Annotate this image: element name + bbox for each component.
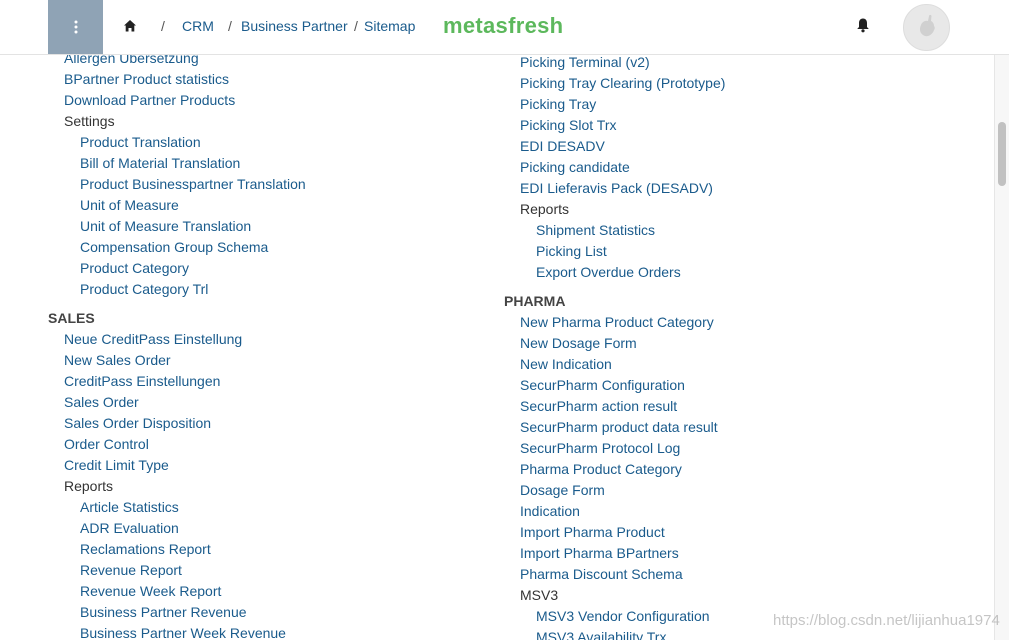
vertical-scrollbar[interactable] [994, 54, 1010, 640]
report-link-item[interactable]: Shipment Statistics [504, 220, 725, 241]
pharma-link-item[interactable]: Import Pharma Product [504, 522, 725, 543]
settings-link-item[interactable]: Bill of Material Translation [48, 153, 306, 174]
pharma-link-item[interactable]: SecurPharm product data result [504, 417, 725, 438]
msv3-link-item[interactable]: MSV3 Availability Trx [504, 627, 725, 640]
breadcrumb-sitemap[interactable]: Sitemap [364, 18, 415, 34]
breadcrumb-separator: / [228, 18, 232, 34]
report-link-item[interactable]: Business Partner Week Revenue [48, 623, 306, 640]
scrollbar-thumb[interactable] [998, 122, 1006, 186]
section-title-sales: SALES [48, 310, 95, 326]
pharma-link-item[interactable]: New Dosage Form [504, 333, 725, 354]
pharma-link-item[interactable]: Import Pharma BPartners [504, 543, 725, 564]
settings-link-item[interactable]: Product Category Trl [48, 279, 306, 300]
settings-link-item[interactable]: Product Businesspartner Translation [48, 174, 306, 195]
pharma-link-item[interactable]: New Pharma Product Category [504, 312, 725, 333]
app-header: / CRM / Business Partner / Sitemap metas… [0, 0, 1009, 55]
menu-button[interactable] [48, 0, 103, 54]
pharma-link-item[interactable]: Pharma Product Category [504, 459, 725, 480]
sitemap-left-column: Allergen Übersetzung BPartner Product sta… [48, 54, 306, 640]
app-logo: metasfresh [443, 13, 564, 38]
sitemap-link-item[interactable]: EDI Lieferavis Pack (DESADV) [504, 178, 725, 199]
msv3-link-item[interactable]: MSV3 Vendor Configuration [504, 606, 725, 627]
sitemap-link-item[interactable]: Picking Tray Clearing (Prototype) [504, 73, 725, 94]
report-link-item[interactable]: Revenue Week Report [48, 581, 306, 602]
report-link-item[interactable]: Picking List [504, 241, 725, 262]
sitemap-link-item[interactable]: Picking Tray [504, 94, 725, 115]
pharma-link-item[interactable]: Indication [504, 501, 725, 522]
sales-link-item[interactable]: Sales Order Disposition [48, 413, 306, 434]
report-link-item[interactable]: Reclamations Report [48, 539, 306, 560]
watermark: https://blog.csdn.net/lijianhua1974 [773, 612, 1000, 629]
home-icon[interactable] [123, 19, 137, 33]
pharma-link-item[interactable]: SecurPharm Configuration [504, 375, 725, 396]
sitemap-right-column: Picking Terminal (v2) Picking Tray Cleari… [504, 54, 725, 640]
breadcrumb-separator: / [161, 18, 165, 34]
window-edge [1009, 0, 1024, 640]
pharma-link-item[interactable]: SecurPharm Protocol Log [504, 438, 725, 459]
sitemap-link-item[interactable]: Picking Slot Trx [504, 115, 725, 136]
group-label-reports: Reports [520, 201, 570, 217]
group-label-reports: Reports [64, 478, 114, 494]
sales-link-item[interactable]: Order Control [48, 434, 306, 455]
report-link-item[interactable]: Business Partner Revenue [48, 602, 306, 623]
report-link-item[interactable]: Export Overdue Orders [504, 262, 725, 283]
report-link-item[interactable]: Revenue Report [48, 560, 306, 581]
sales-link-item[interactable]: New Sales Order [48, 350, 306, 371]
sitemap-link-item[interactable]: Download Partner Products [48, 90, 306, 111]
sitemap-link-item[interactable]: Picking candidate [504, 157, 725, 178]
bell-icon[interactable] [856, 17, 870, 33]
settings-link-item[interactable]: Product Category [48, 258, 306, 279]
group-label-msv3: MSV3 [520, 587, 559, 603]
sitemap-link-item[interactable]: Allergen Übersetzung [48, 54, 306, 69]
pharma-link-item[interactable]: Pharma Discount Schema [504, 564, 725, 585]
breadcrumb-separator: / [354, 18, 358, 34]
sitemap-link-item[interactable]: Picking Terminal (v2) [504, 54, 725, 73]
breadcrumb-business-partner[interactable]: Business Partner [241, 18, 348, 34]
pharma-link-item[interactable]: Dosage Form [504, 480, 725, 501]
vertical-dots-icon [74, 20, 77, 34]
settings-link-item[interactable]: Unit of Measure [48, 195, 306, 216]
pharma-link-item[interactable]: New Indication [504, 354, 725, 375]
settings-link-item[interactable]: Unit of Measure Translation [48, 216, 306, 237]
report-link-item[interactable]: Article Statistics [48, 497, 306, 518]
report-link-item[interactable]: ADR Evaluation [48, 518, 306, 539]
sales-link-item[interactable]: CreditPass Einstellungen [48, 371, 306, 392]
sales-link-item[interactable]: Sales Order [48, 392, 306, 413]
sales-link-item[interactable]: Credit Limit Type [48, 455, 306, 476]
section-title-pharma: PHARMA [504, 293, 566, 309]
user-avatar-icon [919, 14, 935, 37]
group-label-settings: Settings [64, 113, 115, 129]
sales-link-item[interactable]: Neue CreditPass Einstellung [48, 329, 306, 350]
settings-link-item[interactable]: Product Translation [48, 132, 306, 153]
settings-link-item[interactable]: Compensation Group Schema [48, 237, 306, 258]
sitemap-link-item[interactable]: EDI DESADV [504, 136, 725, 157]
sitemap-link-item[interactable]: BPartner Product statistics [48, 69, 306, 90]
user-avatar[interactable] [903, 4, 950, 51]
breadcrumb-crm[interactable]: CRM [182, 18, 214, 34]
sitemap-content: Allergen Übersetzung BPartner Product sta… [0, 54, 994, 640]
pharma-link-item[interactable]: SecurPharm action result [504, 396, 725, 417]
